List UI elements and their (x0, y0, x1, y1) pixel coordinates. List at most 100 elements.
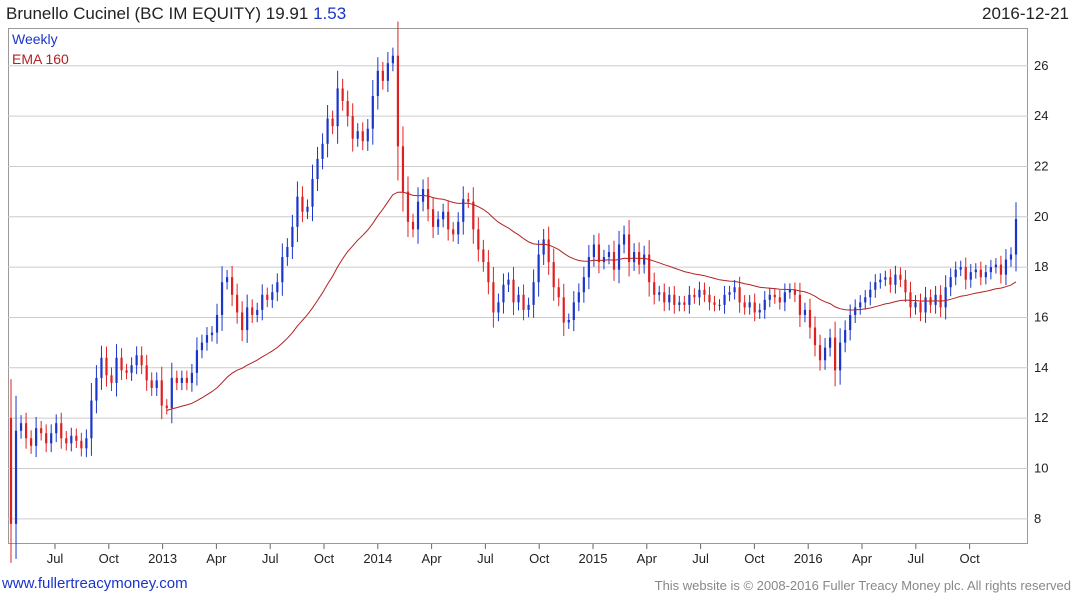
candle-body (175, 377, 178, 383)
candle-body (351, 116, 354, 139)
candle-body (165, 405, 168, 409)
x-tick-label: Jul (907, 551, 924, 566)
candle-body (849, 314, 852, 331)
candle-body (773, 294, 776, 298)
candle-body (708, 294, 711, 303)
candle-body (693, 294, 696, 298)
candle-body (200, 342, 204, 351)
candle-body (884, 277, 887, 280)
candle-body (828, 337, 832, 348)
candle-body (532, 282, 535, 305)
candle-body (95, 377, 98, 401)
x-tick-label: 2013 (148, 551, 177, 566)
candle-body (341, 88, 344, 101)
candle-body (14, 430, 18, 524)
candle-body (577, 292, 580, 303)
candle-body (974, 269, 977, 273)
candle-body (125, 370, 128, 373)
candle-body (276, 282, 279, 293)
candle-body (904, 279, 907, 293)
candle-body (361, 131, 364, 142)
y-tick-label: 8 (1034, 511, 1041, 526)
candle-body (813, 327, 817, 346)
y-tick-label: 20 (1034, 209, 1048, 224)
candle-body (607, 252, 611, 258)
candle-body (768, 294, 771, 300)
candle-body (120, 357, 123, 371)
candle-body (617, 244, 621, 270)
candle-body (160, 380, 163, 406)
candle-body (70, 435, 73, 444)
x-tick-label: Apr (206, 551, 227, 566)
candle-body (251, 307, 254, 315)
candle-body (336, 88, 339, 127)
candle-body (497, 302, 500, 313)
candle-body (266, 294, 269, 300)
candle-body (502, 284, 505, 303)
candle-body (130, 365, 133, 373)
candle-body (984, 272, 987, 278)
candle-body (391, 55, 394, 64)
candle-body (909, 292, 912, 308)
candle-body (703, 289, 706, 295)
candle-body (808, 309, 812, 328)
candle-body (50, 433, 53, 444)
candle-body (678, 302, 681, 305)
candle-body (386, 63, 389, 81)
y-tick-label: 14 (1034, 360, 1048, 375)
candle-body (75, 435, 78, 441)
candle-body (301, 196, 304, 212)
candle-body (668, 294, 671, 303)
candle-body (964, 267, 967, 280)
y-tick-label: 18 (1034, 259, 1048, 274)
candle-body (35, 428, 38, 446)
candle-body (1014, 219, 1018, 255)
x-tick-label: Oct (314, 551, 335, 566)
candle-body (648, 254, 651, 283)
x-tick-label: Oct (529, 551, 550, 566)
candle-body (296, 196, 299, 227)
legend-frequency: Weekly (12, 31, 58, 47)
candle-body (271, 292, 274, 300)
candle-body (999, 264, 1003, 275)
x-tick-label: Jul (692, 551, 709, 566)
candle-body (758, 309, 761, 313)
candle-body (894, 274, 897, 285)
candle-body (753, 302, 756, 313)
candle-body (60, 423, 63, 439)
candle-body (40, 428, 43, 434)
candle-body (864, 297, 867, 303)
candle-body (346, 100, 349, 117)
candle-body (728, 292, 731, 295)
x-tick-label: 2015 (579, 551, 608, 566)
y-tick-label: 12 (1034, 410, 1048, 425)
candle-body (1009, 254, 1013, 260)
candle-body (778, 297, 781, 303)
candle-body (1004, 259, 1008, 275)
candle-body (597, 244, 601, 263)
candle-body (653, 282, 656, 295)
candle-body (472, 201, 475, 230)
candle-body (225, 277, 229, 283)
candle-body (567, 319, 570, 323)
candle-body (286, 246, 289, 258)
candle-body (205, 335, 209, 343)
candle-body (557, 287, 560, 298)
site-link[interactable]: www.fullertreacymoney.com (2, 575, 188, 592)
candle-body (135, 355, 138, 366)
candle-body (115, 357, 118, 383)
candle-body (311, 179, 314, 207)
candle-body (80, 440, 83, 449)
candle-body (738, 287, 741, 303)
candle-body (210, 332, 214, 336)
x-tick-label: Apr (852, 551, 873, 566)
candle-body (823, 347, 827, 361)
x-tick-label: Oct (744, 551, 765, 566)
candle-body (783, 292, 786, 303)
candle-body (215, 314, 219, 333)
candle-body (713, 302, 716, 305)
candle-body (231, 277, 234, 295)
x-tick-label: Jul (262, 551, 279, 566)
y-tick-label: 16 (1034, 309, 1048, 324)
candle-body (924, 297, 927, 313)
